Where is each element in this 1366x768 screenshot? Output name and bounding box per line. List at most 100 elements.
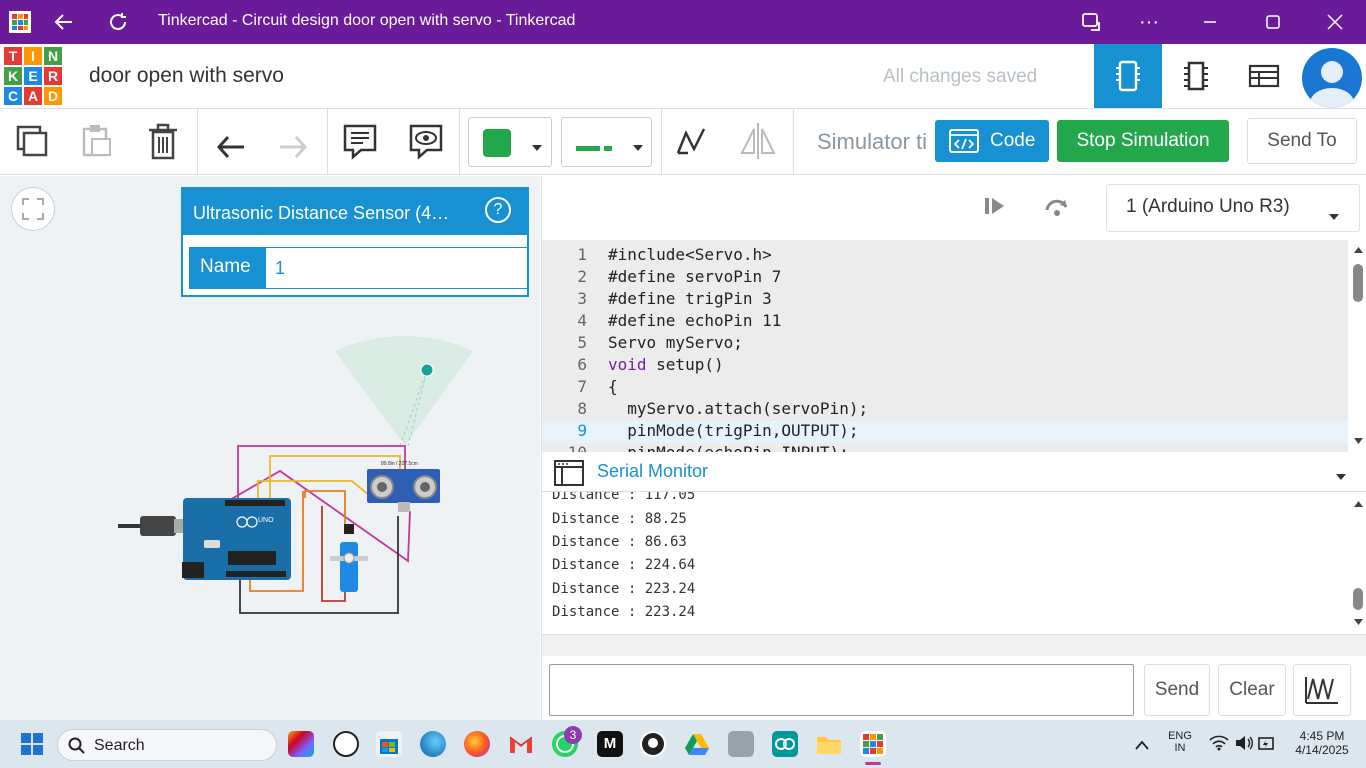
code-line-active: 9 pinMode(trigPin,OUTPUT); xyxy=(542,421,1348,443)
start-icon[interactable] xyxy=(21,733,43,760)
firefox-icon[interactable] xyxy=(464,731,490,757)
volume-icon[interactable] xyxy=(1234,735,1254,756)
search-icon xyxy=(68,737,85,754)
code-line: 3 #define trigPin 3 xyxy=(577,289,772,308)
code-scrollbar[interactable] xyxy=(1350,240,1366,452)
project-name[interactable]: door open with servo xyxy=(89,64,284,88)
rotate-button[interactable] xyxy=(668,119,712,163)
app-icon-gray[interactable] xyxy=(728,731,754,757)
header-pins-top xyxy=(225,500,285,506)
language-indicator[interactable]: ENG IN xyxy=(1165,730,1195,754)
serial-clear-button[interactable]: Clear xyxy=(1218,664,1286,716)
undo-button[interactable] xyxy=(208,119,252,163)
copy-button[interactable] xyxy=(10,119,54,163)
serial-monitor-header[interactable]: Serial Monitor xyxy=(542,452,1366,492)
code-line: 8 myServo.attach(servoPin); xyxy=(577,399,869,418)
send-to-button[interactable]: Send To xyxy=(1247,118,1357,164)
device-select[interactable]: 1 (Arduino Uno R3) xyxy=(1106,184,1360,232)
chevron-down-icon[interactable] xyxy=(1335,468,1347,486)
scroll-down-icon xyxy=(1354,438,1363,444)
serial-line: Distance : 88.25 xyxy=(552,511,687,527)
circuit-view-icon xyxy=(1116,60,1140,92)
logo-letter: C xyxy=(4,87,22,105)
windows-taskbar: Search 3 M ENG IN 4:45 PM 4/14/2025 xyxy=(0,720,1366,768)
divider xyxy=(197,109,198,175)
tinkercad-taskbar-icon[interactable] xyxy=(860,731,886,757)
window-title: Tinkercad - Circuit design door open wit… xyxy=(158,12,576,29)
chatgpt-icon[interactable] xyxy=(333,731,359,757)
arduino-ide-icon[interactable] xyxy=(772,731,798,757)
back-icon[interactable] xyxy=(50,8,78,36)
user-avatar[interactable] xyxy=(1302,48,1362,108)
sensor-pins xyxy=(398,502,410,512)
serial-monitor-icon xyxy=(554,460,584,491)
scroll-up-icon xyxy=(1354,247,1363,253)
file-explorer-icon[interactable] xyxy=(816,731,842,757)
serial-input[interactable] xyxy=(549,664,1134,716)
app-options-icon[interactable] xyxy=(1077,8,1105,36)
edge-icon[interactable] xyxy=(420,731,446,757)
serial-divider xyxy=(542,634,1366,656)
scroll-down-icon xyxy=(1354,619,1363,625)
fill-color-swatch xyxy=(483,129,511,157)
serial-line: Distance : 223.24 xyxy=(552,581,696,597)
delete-button[interactable] xyxy=(141,119,185,163)
divider xyxy=(661,109,662,175)
copilot-icon[interactable] xyxy=(288,731,314,757)
taskbar-search[interactable]: Search xyxy=(57,729,277,761)
circuit-view-button[interactable] xyxy=(1094,44,1162,108)
gmail-icon[interactable] xyxy=(508,731,534,757)
language-code: ENG xyxy=(1168,730,1192,742)
flip-button[interactable] xyxy=(736,119,780,163)
step-button[interactable] xyxy=(982,194,1008,223)
flip-icon xyxy=(740,123,776,159)
window-title-bar: Tinkercad - Circuit design door open wit… xyxy=(0,0,1366,44)
visibility-button[interactable] xyxy=(404,119,448,163)
maximize-icon[interactable] xyxy=(1259,8,1287,36)
code-icon xyxy=(949,129,979,159)
schematic-view-button[interactable] xyxy=(1162,44,1230,108)
logo-letter: N xyxy=(44,47,62,65)
fill-color-dropdown[interactable] xyxy=(468,117,552,167)
logo-letter: R xyxy=(44,67,62,85)
search-placeholder: Search xyxy=(94,737,145,754)
refresh-icon[interactable] xyxy=(104,8,132,36)
close-icon[interactable] xyxy=(1321,8,1349,36)
serial-line: Distance : 224.64 xyxy=(552,557,696,573)
serial-monitor-title: Serial Monitor xyxy=(597,461,709,481)
wire-orange[interactable] xyxy=(304,490,346,526)
battery-icon[interactable] xyxy=(1258,735,1276,756)
google-drive-icon[interactable] xyxy=(684,731,710,757)
servo-motor[interactable] xyxy=(340,542,358,592)
step-over-button[interactable] xyxy=(1043,194,1071,223)
chevron-up-icon[interactable] xyxy=(1135,737,1149,755)
more-icon[interactable]: ··· xyxy=(1135,8,1163,36)
whatsapp-badge: 3 xyxy=(564,726,582,744)
serial-scrollbar-thumb[interactable] xyxy=(1353,588,1363,610)
rotate-icon xyxy=(676,128,706,155)
notes-button[interactable] xyxy=(338,119,382,163)
medium-icon[interactable]: M xyxy=(597,731,623,757)
circuit-canvas[interactable]: Ultrasonic Distance Sensor (4… ? Name 1 xyxy=(0,176,540,720)
sensor-target-object[interactable] xyxy=(420,363,434,377)
code-editor[interactable]: 1 #include<Servo.h> 2 #define servoPin 7 3… xyxy=(542,240,1348,452)
component-list-icon xyxy=(1248,64,1280,88)
header-pins-bottom xyxy=(226,571,286,577)
serial-scrollbar[interactable] xyxy=(1350,492,1366,634)
code-button[interactable]: Code xyxy=(935,120,1049,162)
tinkercad-logo[interactable]: T I N K E R C A D xyxy=(4,47,62,105)
minimize-icon[interactable] xyxy=(1196,8,1224,36)
component-list-button[interactable] xyxy=(1230,44,1298,108)
serial-plotter-button[interactable] xyxy=(1293,664,1351,716)
wifi-icon[interactable] xyxy=(1209,735,1229,756)
undo-icon xyxy=(216,135,244,159)
github-icon[interactable] xyxy=(640,731,666,757)
store-icon[interactable] xyxy=(376,731,402,757)
wire-style-dropdown[interactable] xyxy=(561,117,652,167)
clock[interactable]: 4:45 PM 4/14/2025 xyxy=(1286,729,1358,757)
serial-send-button[interactable]: Send xyxy=(1144,664,1210,716)
stop-simulation-button[interactable]: Stop Simulation xyxy=(1057,120,1229,162)
code-scrollbar-thumb[interactable] xyxy=(1353,264,1363,302)
redo-button[interactable] xyxy=(272,119,316,163)
paste-button[interactable] xyxy=(74,119,118,163)
